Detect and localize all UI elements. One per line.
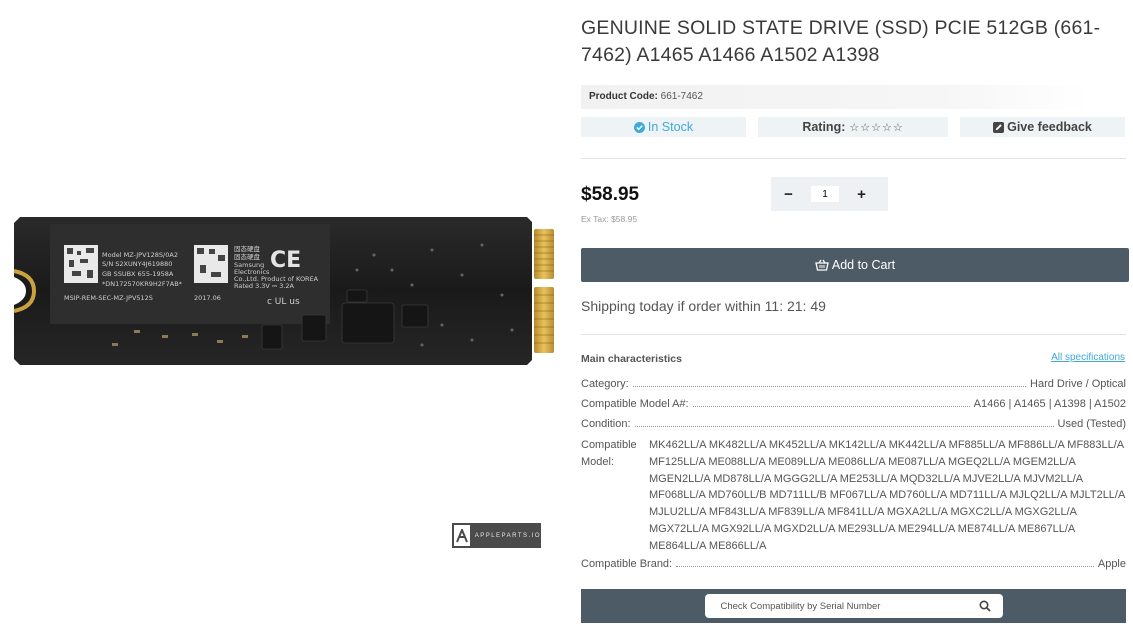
ex-tax-price: Ex Tax: $58.95 bbox=[581, 214, 638, 224]
spec-label: Compatible Brand: bbox=[581, 558, 673, 570]
divider bbox=[581, 158, 1126, 159]
give-feedback-button[interactable]: Give feedback bbox=[960, 117, 1125, 137]
product-title: GENUINE SOLID STATE DRIVE (SSD) PCIE 512… bbox=[581, 17, 1101, 66]
check-circle-icon bbox=[633, 121, 645, 133]
price: $58.95 bbox=[581, 184, 640, 205]
svg-text:固态硬盘: 固态硬盘 bbox=[234, 252, 261, 261]
svg-text:*DN172570KR9H2F7AB*: *DN172570KR9H2F7AB* bbox=[102, 280, 183, 288]
serial-search-box bbox=[704, 594, 1003, 618]
compatible-model-list: MK462LL/A MK482LL/A MK452LL/A MK142LL/A … bbox=[649, 439, 1125, 552]
product-gallery: Model MZ-JPV128S/0A2 S/N S2XUNY4J619880 … bbox=[0, 0, 560, 633]
edit-icon bbox=[993, 121, 1005, 133]
product-code-value: 661-7462 bbox=[660, 91, 703, 102]
all-specifications-link[interactable]: All specifications bbox=[1051, 352, 1125, 363]
stock-label: In Stock bbox=[647, 120, 694, 134]
spec-row: Compatible Brand: Apple bbox=[581, 558, 1126, 570]
serial-number-input[interactable] bbox=[718, 599, 973, 613]
add-to-cart-button[interactable]: Add to Cart bbox=[581, 248, 1129, 282]
quantity-decrease-button[interactable]: − bbox=[771, 186, 806, 203]
svg-text:Model MZ-JPV128S/0A2: Model MZ-JPV128S/0A2 bbox=[102, 251, 178, 259]
svg-text:GB SSUBX 655-1958A: GB SSUBX 655-1958A bbox=[102, 270, 174, 278]
brand-logo-text: APPLEPARTS.IO bbox=[474, 532, 541, 539]
spec-label: Compatible Model A#: bbox=[581, 398, 689, 410]
svg-text:MSIP-REM-SEC-MZ-JPV512S: MSIP-REM-SEC-MZ-JPV512S bbox=[64, 294, 153, 302]
dot-leader bbox=[692, 406, 970, 407]
dot-leader bbox=[632, 386, 1027, 387]
search-icon[interactable] bbox=[978, 600, 991, 612]
svg-text:Rated 3.3V ⎓ 3.2A: Rated 3.3V ⎓ 3.2A bbox=[234, 282, 295, 290]
brand-logo: APPLEPARTS.IO bbox=[452, 523, 541, 548]
serial-check-bar bbox=[581, 589, 1126, 623]
add-to-cart-label: Add to Cart bbox=[831, 258, 896, 272]
spec-row: Category: Hard Drive / Optical bbox=[581, 378, 1126, 390]
ssd-product-image[interactable]: Model MZ-JPV128S/0A2 S/N S2XUNY4J619880 … bbox=[12, 215, 557, 367]
product-code-label: Product Code: bbox=[589, 91, 658, 102]
cart-icon bbox=[815, 259, 829, 271]
star-icon[interactable]: ☆☆☆☆☆ bbox=[849, 121, 903, 134]
quantity-increase-button[interactable]: + bbox=[844, 186, 879, 203]
svg-text:c UL us: c UL us bbox=[267, 297, 300, 307]
main-characteristics-heading: Main characteristics bbox=[581, 353, 682, 365]
quantity-input[interactable] bbox=[811, 186, 839, 202]
rating-box: Rating: ☆☆☆☆☆ bbox=[758, 117, 948, 137]
give-feedback-label: Give feedback bbox=[1007, 120, 1092, 134]
spec-value: Apple bbox=[1097, 558, 1126, 570]
svg-text:固态硬盘: 固态硬盘 bbox=[234, 244, 261, 253]
svg-text:S/N S2XUNY4J619880: S/N S2XUNY4J619880 bbox=[102, 260, 172, 268]
divider bbox=[581, 334, 1126, 335]
spec-value: Hard Drive / Optical bbox=[1030, 378, 1126, 390]
quantity-stepper: − + bbox=[771, 177, 888, 211]
compatible-model-label: Compatible Model: bbox=[581, 439, 637, 468]
spec-row: Condition: Used (Tested) bbox=[581, 418, 1126, 430]
spec-row: Compatible Model A#: A1466 | A1465 | A13… bbox=[581, 398, 1126, 410]
svg-text:2017.06: 2017.06 bbox=[194, 294, 221, 302]
spec-value: Used (Tested) bbox=[1057, 418, 1126, 430]
svg-text:CE: CE bbox=[270, 248, 301, 273]
product-code-box: Product Code: 661-7462 bbox=[581, 85, 1091, 109]
dot-leader bbox=[676, 566, 1094, 567]
rating-label: Rating: bbox=[802, 120, 846, 134]
stock-status: In Stock bbox=[581, 117, 746, 137]
dot-leader bbox=[634, 426, 1054, 427]
spec-label: Category: bbox=[581, 378, 629, 390]
shipping-countdown: Shipping today if order within 11: 21: 4… bbox=[581, 298, 826, 314]
brand-logo-icon bbox=[454, 525, 470, 546]
spec-value: A1466 | A1465 | A1398 | A1502 bbox=[973, 398, 1126, 410]
spec-label: Condition: bbox=[581, 418, 631, 430]
